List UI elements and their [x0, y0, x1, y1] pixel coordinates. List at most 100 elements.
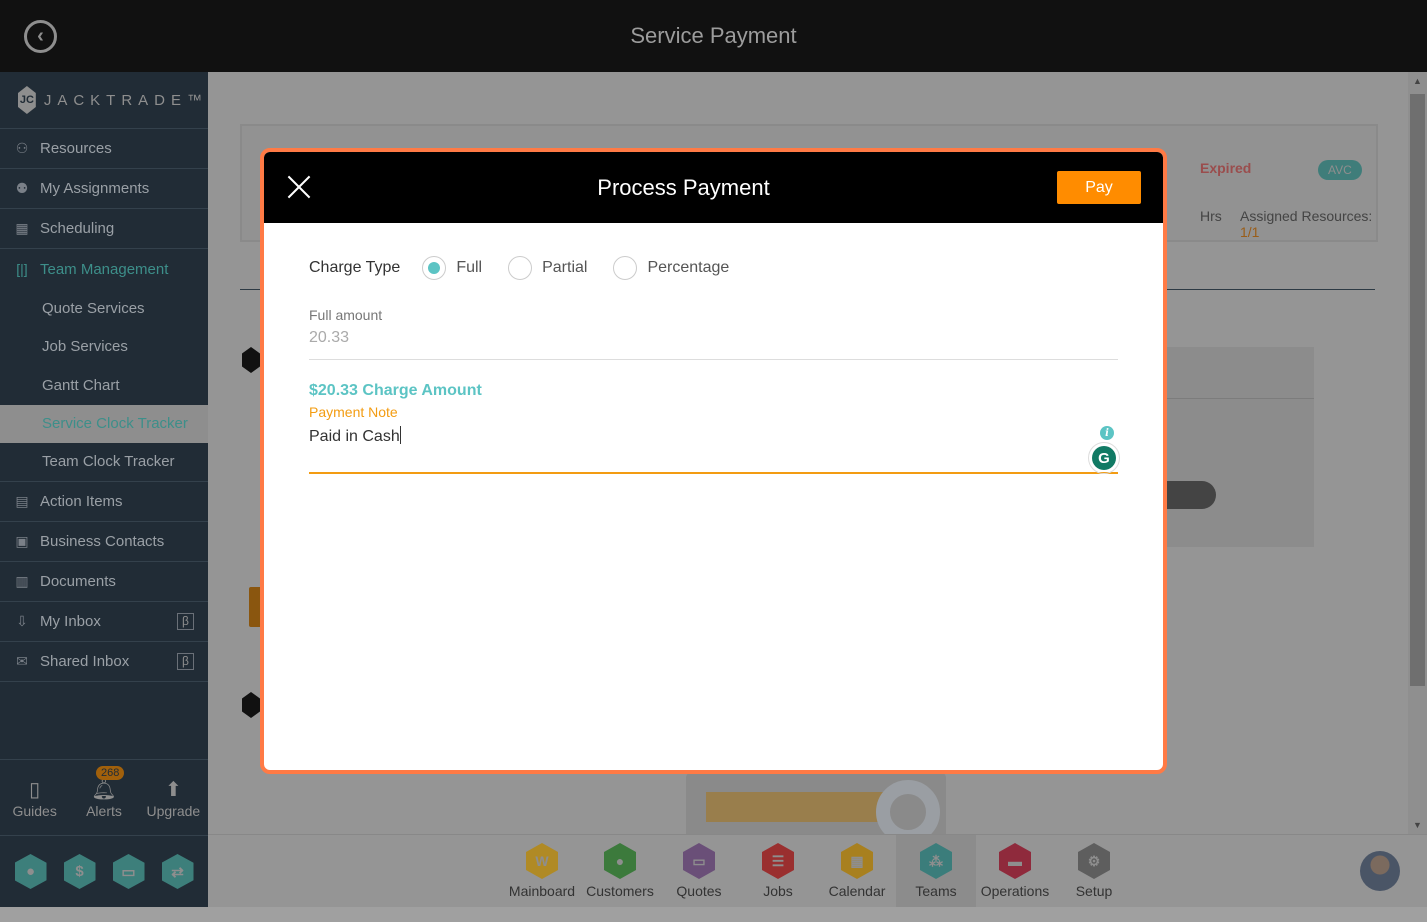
radio-label: Partial [542, 259, 588, 276]
nav-label: Operations [980, 883, 1050, 899]
upgrade-button[interactable]: ⬆ Upgrade [139, 760, 208, 835]
logo-text: JACKTRADE™ [43, 91, 208, 109]
money-icon[interactable]: ▭ [112, 854, 145, 889]
assignments-icon: ⚉ [15, 180, 29, 196]
full-amount-label: Full amount [309, 307, 383, 323]
radio-label: Percentage [647, 259, 730, 276]
sidebar-item-my-inbox[interactable]: ⇩ My Inbox β [0, 602, 208, 642]
full-amount-field: Full amount 20.33 [309, 307, 1118, 360]
hex-marker-icon [242, 692, 260, 718]
tool-label: Guides [12, 802, 57, 819]
radio-unchecked-icon[interactable] [613, 256, 638, 280]
nav-label: Teams [915, 883, 957, 899]
nav-setup[interactable]: ⚙ Setup [1054, 835, 1134, 907]
nav-label: Calendar [828, 883, 886, 899]
sidebar-subitem-team-clock-tracker[interactable]: Team Clock Tracker [0, 443, 208, 482]
clipboard-icon: ▤ [15, 492, 29, 509]
sidebar-subitem-service-clock-tracker[interactable]: Service Clock Tracker [0, 404, 208, 443]
radio-unchecked-icon[interactable] [508, 256, 533, 280]
person-icon[interactable]: ● [14, 854, 47, 889]
illustration [686, 772, 946, 834]
nav-customers[interactable]: ● Customers [580, 835, 660, 907]
radio-checked-icon[interactable] [422, 256, 447, 280]
dollar-icon[interactable]: $ [63, 854, 96, 889]
alerts-button[interactable]: 268 🔔︎ Alerts [69, 760, 138, 835]
sidebar-subitem-gantt-chart[interactable]: Gantt Chart [0, 366, 208, 405]
contact-card-icon: ▣ [15, 532, 29, 549]
gear-icon: ⚙ [1078, 843, 1110, 879]
pay-button[interactable]: Pay [1057, 171, 1141, 204]
info-icon[interactable]: i [1100, 426, 1114, 440]
grammarly-icon[interactable]: G [1088, 442, 1120, 474]
modal-body: Charge Type Full Partial Percentage Full… [264, 255, 1163, 474]
sidebar-item-my-assignments[interactable]: ⚉ My Assignments [0, 169, 208, 209]
scroll-up-icon[interactable]: ▲ [1413, 76, 1422, 86]
sidebar-item-label: Scheduling [40, 220, 115, 237]
full-amount-value: 20.33 [309, 329, 350, 346]
close-icon[interactable] [286, 174, 312, 200]
radio-percentage[interactable]: Percentage [613, 256, 729, 280]
document-icon: ▥ [15, 572, 29, 589]
inbox-icon: ⇩ [16, 612, 28, 629]
nav-label: Customers [586, 883, 654, 899]
radio-label: Full [456, 259, 483, 276]
sidebar-item-shared-inbox[interactable]: ✉ Shared Inbox β [0, 642, 208, 682]
nav-label: Setup [1075, 883, 1113, 899]
sidebar: JC JACKTRADE™ ⚇ Resources ⚉ My Assignments… [0, 72, 208, 907]
sidebar-item-label: My Inbox [40, 612, 101, 630]
sidebar-item-resources[interactable]: ⚇ Resources [0, 129, 208, 169]
radio-full[interactable]: Full [422, 256, 482, 280]
sidebar-subitem-job-services[interactable]: Job Services [0, 328, 208, 367]
jobs-list-icon: ☰ [762, 843, 794, 879]
nav-mainboard[interactable]: W Mainboard [502, 835, 582, 907]
resources-icon: ⚇ [15, 140, 29, 156]
sidebar-item-scheduling[interactable]: ▦ Scheduling [0, 209, 208, 249]
sidebar-item-label: My Assignments [40, 180, 150, 197]
sidebar-item-label: Action Items [40, 492, 123, 510]
logo-icon: JC [18, 86, 36, 114]
hrs-label: Hrs [1200, 208, 1222, 224]
process-payment-modal: Process Payment Pay Charge Type Full Par… [260, 148, 1167, 774]
charge-type-label: Charge Type [309, 259, 401, 276]
hex-marker-icon [242, 347, 260, 373]
nav-quotes[interactable]: ▭ Quotes [659, 835, 739, 907]
bell-icon: 🔔︎ [91, 778, 117, 801]
sidebar-item-team-management[interactable]: [|] Team Management [0, 249, 208, 289]
tool-label: Alerts [86, 802, 122, 819]
payment-note-value[interactable]: Paid in Cash [309, 420, 1118, 446]
calendar-clock-icon: ▦ [15, 220, 29, 236]
sidebar-item-action-items[interactable]: ▤ Action Items [0, 482, 208, 522]
assigned-label: Assigned Resources: [1240, 208, 1373, 224]
guides-button[interactable]: ▯ Guides [0, 760, 69, 835]
bottom-nav: W Mainboard ● Customers ▭ Quotes ☰ Jobs ▦ Cal… [208, 834, 1427, 907]
radio-partial[interactable]: Partial [508, 256, 587, 280]
avc-badge: AVC [1318, 160, 1362, 180]
workflow-icon[interactable]: ⇄ [161, 854, 194, 889]
sidebar-subitem-quote-services[interactable]: Quote Services [0, 289, 208, 328]
bracket-icon: [|] [16, 261, 28, 277]
beta-badge: β [177, 652, 194, 670]
modal-title: Process Payment [597, 174, 770, 200]
envelope-icon: ✉ [16, 652, 28, 669]
vertical-scrollbar[interactable]: ▲ ▼ [1408, 72, 1427, 834]
scroll-down-icon[interactable]: ▼ [1413, 820, 1422, 830]
sidebar-bottom: ▯ Guides 268 🔔︎ Alerts ⬆ Upgrade ● $ ▭ ⇄ [0, 759, 208, 907]
scrollbar-thumb[interactable] [1410, 94, 1425, 686]
calendar-icon: ▦ [841, 843, 873, 879]
user-avatar[interactable] [1360, 851, 1400, 891]
sidebar-item-business-contacts[interactable]: ▣ Business Contacts [0, 522, 208, 562]
sidebar-item-documents[interactable]: ▥ Documents [0, 562, 208, 602]
nav-teams[interactable]: ⁂ Teams [896, 835, 976, 907]
nav-calendar[interactable]: ▦ Calendar [817, 835, 897, 907]
payment-note-input[interactable]: Paid in Cash i G [309, 420, 1120, 474]
back-circle-icon[interactable]: ‹ [24, 20, 57, 53]
status-bar [0, 907, 1427, 922]
status-expired: Expired [1200, 160, 1252, 176]
jacktrade-logo[interactable]: JC JACKTRADE™ [0, 72, 208, 129]
arrow-up-icon: ⬆ [164, 778, 182, 801]
nav-operations[interactable]: ▬ Operations [975, 835, 1055, 907]
assigned-resources: Assigned Resources: 1/1 [1240, 208, 1376, 240]
mainboard-icon: W [526, 843, 558, 879]
nav-jobs[interactable]: ☰ Jobs [738, 835, 818, 907]
customer-icon: ● [604, 843, 636, 879]
